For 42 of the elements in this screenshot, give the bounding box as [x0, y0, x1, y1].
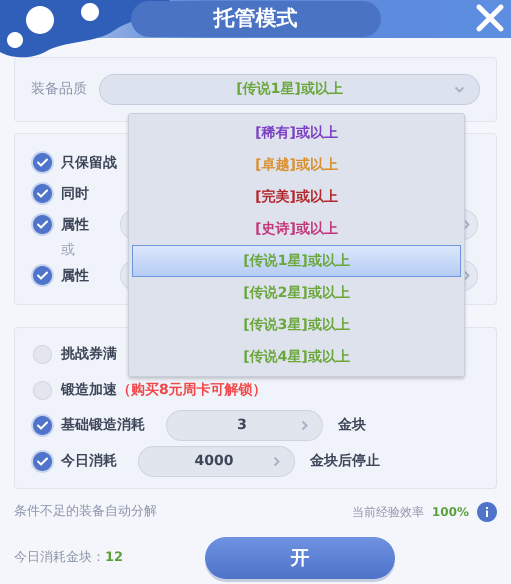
auto-dismantle-note: 条件不足的装备自动分解 [14, 503, 157, 522]
filter-label: 属性 [61, 266, 90, 286]
option-label: 基础锻造消耗 [61, 416, 145, 436]
option-text: [完美]或以上 [255, 188, 338, 206]
amount-value: 3 [236, 416, 248, 436]
rate-label: 当前经验效率 [352, 504, 424, 521]
unlock-note: （购买8元周卡可解锁） [117, 380, 267, 400]
unit-label: 金块后停止 [310, 452, 380, 472]
option-label: 挑战券满 [61, 344, 117, 364]
filter-label: 属性 [61, 216, 90, 234]
option-label: 锻造加速 [61, 380, 117, 400]
dropdown-option[interactable]: [传说1星]或以上 [132, 245, 461, 277]
option-text: [稀有]或以上 [255, 124, 338, 142]
quality-label: 装备品质 [31, 80, 87, 99]
option-text: [传说2星]或以上 [243, 284, 350, 302]
dropdown-option[interactable]: [史诗]或以上 [132, 213, 461, 245]
or-text: 或 [61, 241, 75, 260]
spent-label: 今日消耗金块： [14, 549, 105, 568]
filter-label: 只保留战 [61, 154, 117, 172]
dropdown-option[interactable]: [卓越]或以上 [132, 149, 461, 181]
window-title: 托管模式 [130, 1, 380, 37]
dropdown-option[interactable]: [传说2星]或以上 [132, 277, 461, 309]
option-label: 今日消耗 [61, 452, 117, 472]
option-text: [传说3星]或以上 [243, 316, 350, 334]
option-text: [传说1星]或以上 [243, 252, 350, 270]
option-text: [传说4星]或以上 [243, 348, 350, 366]
unit-label: 金块 [338, 416, 366, 436]
start-button[interactable]: 开 [205, 537, 395, 579]
filter-label: 同时 [61, 184, 90, 204]
rate-value: 100% [432, 504, 469, 521]
amount-field[interactable]: 3 [166, 410, 323, 442]
dropdown-option[interactable]: [传说3星]或以上 [132, 309, 461, 341]
quality-value: [传说1星]或以上 [236, 80, 343, 99]
dropdown-option[interactable]: [传说4星]或以上 [132, 341, 461, 373]
amount-value: 4000 [194, 452, 234, 472]
dropdown-option[interactable]: [完美]或以上 [132, 181, 461, 213]
spent-value: 12 [105, 549, 124, 568]
quality-dropdown[interactable]: [传说1星]或以上 [99, 74, 480, 105]
amount-field[interactable]: 4000 [138, 446, 295, 478]
option-text: [史诗]或以上 [255, 220, 338, 238]
dropdown-option[interactable]: [稀有]或以上 [132, 117, 461, 149]
option-text: [卓越]或以上 [255, 156, 338, 174]
